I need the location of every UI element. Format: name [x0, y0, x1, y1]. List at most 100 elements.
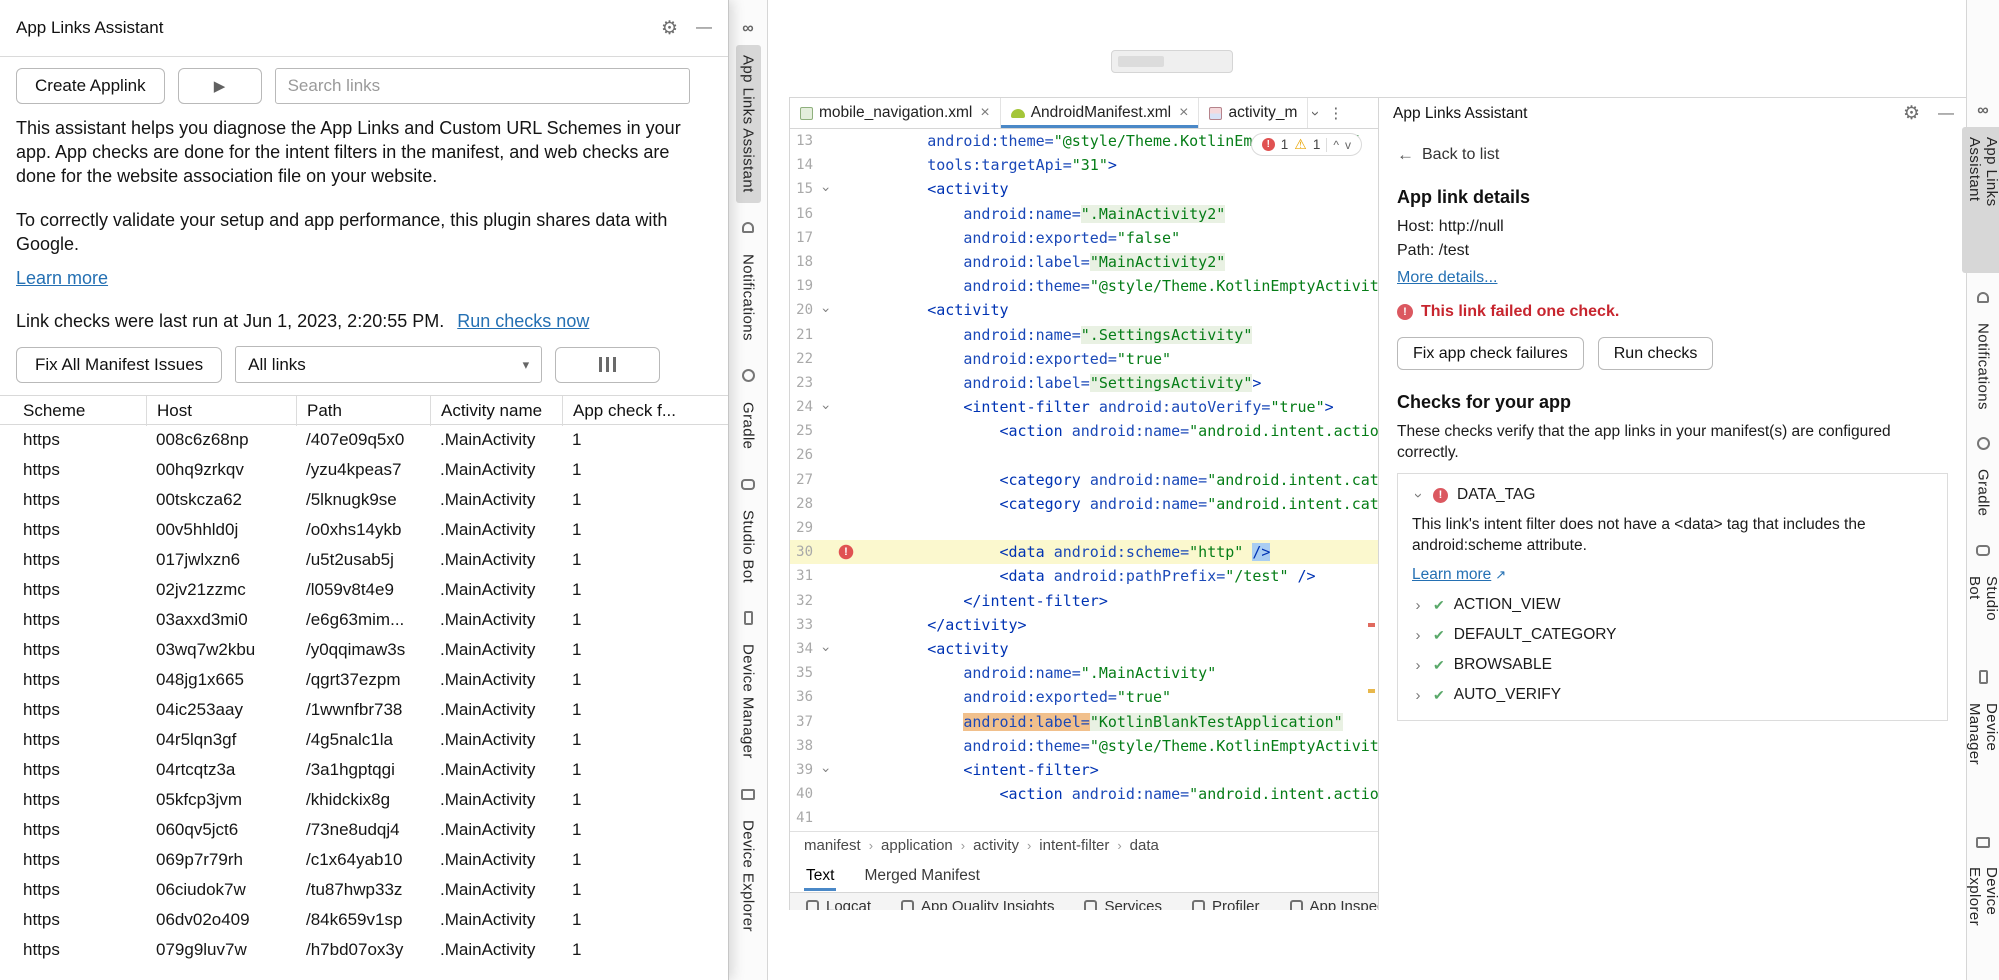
inspections-widget[interactable]: ! 1 ⚠ 1 ^ v	[1251, 133, 1362, 156]
bottom-tab-text[interactable]: Text	[804, 861, 836, 891]
code-area[interactable]: ! 1 ⚠ 1 ^ v 13 android:theme="@style/The…	[790, 129, 1378, 831]
check-action-view[interactable]: ›✔ACTION_VIEW	[1412, 596, 1933, 614]
tool-strip-gradle[interactable]: Gradle	[736, 392, 761, 459]
links-filter-value: All links	[248, 355, 306, 375]
table-row[interactable]: https06dv02o409/84k659v1sp.MainActivity1	[0, 905, 728, 935]
panel-minimize-icon[interactable]: —	[1938, 105, 1954, 123]
breadcrumb-item-application[interactable]: application	[881, 837, 953, 854]
minimize-icon[interactable]: —	[696, 19, 712, 37]
tool-strip-device-explorer[interactable]: Device Explorer	[736, 810, 761, 942]
tool-strip-device-manager[interactable]: Device Manager	[1962, 693, 1999, 818]
fold-icon[interactable]: ›	[813, 177, 837, 201]
table-row[interactable]: https04r5lqn3gf/4g5nalc1la.MainActivity1	[0, 725, 728, 755]
tool-strip-gradle[interactable]: Gradle	[1971, 459, 1996, 526]
panel-gear-icon[interactable]: ⚙	[1903, 102, 1920, 125]
editor-tab-activity-m[interactable]: activity_m	[1199, 98, 1308, 128]
table-row[interactable]: https03wq7w2kbu/y0qqimaw3s.MainActivity1	[0, 635, 728, 665]
bottom-bar-item-app-inspection[interactable]: App Inspection	[1290, 898, 1379, 910]
column-header-host[interactable]: Host	[146, 396, 306, 426]
tool-strip-app-links-assistant[interactable]: App Links Assistant	[736, 45, 761, 203]
fold-icon[interactable]: ›	[813, 637, 837, 661]
error-stripe-mark[interactable]	[1368, 623, 1375, 627]
table-row[interactable]: https02jv21zzmc/l059v8t4e9.MainActivity1	[0, 575, 728, 605]
table-row[interactable]: https079g9luv7w/h7bd07ox3y.MainActivity1	[0, 935, 728, 965]
cell: https	[23, 940, 156, 960]
column-header-path[interactable]: Path	[296, 396, 440, 426]
tool-strip-notifications[interactable]: Notifications	[736, 244, 761, 351]
run-play-button[interactable]: ▶	[178, 68, 262, 104]
gutter	[837, 226, 855, 250]
settings-gear-icon[interactable]: ⚙	[661, 17, 678, 40]
check-auto-verify[interactable]: ›✔AUTO_VERIFY	[1412, 686, 1933, 704]
prev-issue-icon[interactable]: ^	[1333, 138, 1339, 152]
tool-strip-app-links-assistant[interactable]: App Links Assistant	[1962, 127, 1999, 273]
check-default-category[interactable]: ›✔DEFAULT_CATEGORY	[1412, 626, 1933, 644]
breadcrumb-item-manifest[interactable]: manifest	[804, 837, 861, 854]
more-details-link[interactable]: More details...	[1397, 269, 1497, 287]
table-row[interactable]: https04ic253aay/1wwnfbr738.MainActivity1	[0, 695, 728, 725]
breadcrumb-item-activity[interactable]: activity	[973, 837, 1019, 854]
tool-strip-notifications[interactable]: Notifications	[1971, 313, 1996, 420]
check-browsable[interactable]: ›✔BROWSABLE	[1412, 656, 1933, 674]
table-row[interactable]: https06ciudok7w/tu87hwp33z.MainActivity1	[0, 875, 728, 905]
table-row[interactable]: https04rtcqtz3a/3a1hgptqgi.MainActivity1	[0, 755, 728, 785]
fix-app-check-failures-button[interactable]: Fix app check failures	[1397, 337, 1584, 370]
table-row[interactable]: https03axxd3mi0/e6g63mim....MainActivity…	[0, 605, 728, 635]
breadcrumb-item-intent-filter[interactable]: intent-filter	[1039, 837, 1109, 854]
check-data-tag[interactable]: › ! DATA_TAG	[1412, 486, 1933, 504]
check-learn-more-link[interactable]: Learn more	[1412, 566, 1491, 584]
editor-tab-androidmanifest-xml[interactable]: AndroidManifest.xml×	[1001, 98, 1200, 128]
tool-icon	[806, 900, 819, 910]
warning-stripe-mark[interactable]	[1368, 689, 1375, 693]
table-row[interactable]: https060qv5jct6/73ne8udqj4.MainActivity1	[0, 815, 728, 845]
table-row[interactable]: https00tskcza62/5lknugk9se.MainActivity1	[0, 485, 728, 515]
bottom-tab-merged-manifest[interactable]: Merged Manifest	[862, 861, 981, 891]
tool-strip-studio-bot[interactable]: Studio Bot	[736, 500, 761, 593]
table-row[interactable]: https05kfcp3jvm/khidckix8g.MainActivity1	[0, 785, 728, 815]
table-row[interactable]: https008c6z68np/407e09q5x0.MainActivity1	[0, 425, 728, 455]
table-row[interactable]: https048jg1x665/qgrt37ezpm.MainActivity1	[0, 665, 728, 695]
bottom-bar-item-profiler[interactable]: Profiler	[1192, 898, 1260, 910]
hidden-tabs-chevron-icon[interactable]: ›	[1313, 105, 1318, 122]
column-header-activity-name[interactable]: Activity name	[430, 396, 572, 426]
close-tab-icon[interactable]: ×	[1179, 104, 1188, 122]
column-header-scheme[interactable]: Scheme	[23, 396, 156, 426]
run-checks-button[interactable]: Run checks	[1598, 337, 1714, 370]
table-row[interactable]: https069p7r79rh/c1x64yab10.MainActivity1	[0, 845, 728, 875]
links-filter-dropdown[interactable]: All links ▾	[235, 346, 542, 383]
learn-more-link[interactable]: Learn more	[16, 268, 108, 289]
fold-gutter	[813, 589, 837, 613]
line-number: 39	[790, 758, 813, 782]
search-links-input[interactable]	[275, 68, 690, 104]
run-checks-now-link[interactable]: Run checks now	[457, 311, 589, 331]
tab-options-kebab-icon[interactable]: ⋮	[1328, 104, 1343, 122]
create-applink-button[interactable]: Create Applink	[16, 68, 165, 104]
tool-strip-device-explorer[interactable]: Device Explorer	[1962, 857, 1999, 980]
bottom-bar-item-logcat[interactable]: Logcat	[806, 898, 871, 910]
next-issue-icon[interactable]: v	[1345, 138, 1351, 152]
editor-scrollbar[interactable]	[1366, 129, 1378, 831]
editor-tab-mobile-navigation-xml[interactable]: mobile_navigation.xml×	[790, 98, 1001, 128]
cell: .MainActivity	[440, 730, 572, 750]
fold-icon[interactable]: ›	[813, 758, 837, 782]
table-row[interactable]: https00hq9zrkqv/yzu4kpeas7.MainActivity1	[0, 455, 728, 485]
links-table: SchemeHostPathActivity nameApp check f..…	[0, 395, 728, 965]
table-row[interactable]: https00v5hhld0j/o0xhs14ykb.MainActivity1	[0, 515, 728, 545]
back-to-list-button[interactable]: ← Back to list	[1397, 145, 1948, 165]
column-header-app-check-f[interactable]: App check f...	[562, 396, 728, 426]
cell: https	[23, 610, 156, 630]
tool-strip-device-manager[interactable]: Device Manager	[736, 634, 761, 769]
fold-icon[interactable]: ›	[813, 395, 837, 419]
table-row[interactable]: https017jwlxzn6/u5t2usab5j.MainActivity1	[0, 545, 728, 575]
cell: /407e09q5x0	[306, 430, 440, 450]
close-tab-icon[interactable]: ×	[980, 104, 989, 122]
column-settings-button[interactable]	[555, 347, 660, 383]
fold-icon[interactable]: ›	[813, 298, 837, 322]
bottom-bar-item-services[interactable]: Services	[1084, 898, 1162, 910]
cell: /e6g63mim...	[306, 610, 440, 630]
fix-all-manifest-issues-button[interactable]: Fix All Manifest Issues	[16, 347, 222, 383]
tool-strip-studio-bot[interactable]: Studio Bot	[1962, 566, 1999, 653]
breadcrumb-item-data[interactable]: data	[1130, 837, 1159, 854]
bottom-bar-item-app-quality-insights[interactable]: App Quality Insights	[901, 898, 1054, 910]
chevron-right-icon: ›	[1412, 657, 1424, 674]
